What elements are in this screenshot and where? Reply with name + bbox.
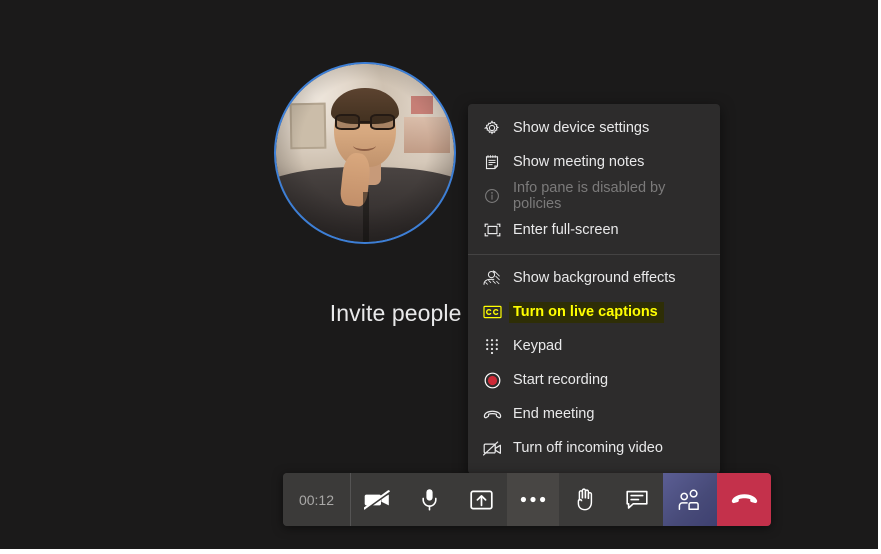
- menu-item-label: Keypad: [513, 338, 563, 354]
- camera-off-icon: [363, 489, 391, 510]
- menu-item-keypad[interactable]: Keypad: [468, 329, 720, 363]
- more-options-icon: [520, 496, 546, 503]
- incoming-video-off-icon: [481, 438, 503, 458]
- hangup-icon: [731, 493, 758, 507]
- teams-meeting-window: Invite people to join y Show device sett…: [0, 0, 878, 549]
- menu-item-label: End meeting: [513, 406, 595, 422]
- chat-icon: [626, 489, 648, 510]
- microphone-toggle-button[interactable]: [403, 473, 455, 526]
- menu-item-start-recording[interactable]: Start recording: [468, 363, 720, 397]
- meeting-control-bar[interactable]: 00:12: [283, 473, 771, 526]
- more-options-button[interactable]: [507, 473, 559, 526]
- menu-item-label: Turn off incoming video: [513, 440, 663, 456]
- cc-icon: [481, 302, 503, 322]
- menu-item-turn-off-incoming-video[interactable]: Turn off incoming video: [468, 431, 720, 465]
- invite-people-message: Invite people to join y: [329, 300, 549, 326]
- menu-item-end-meeting[interactable]: End meeting: [468, 397, 720, 431]
- menu-item-label: Start recording: [513, 372, 609, 388]
- keypad-icon: [481, 336, 503, 356]
- menu-item-show-meeting-notes[interactable]: Show meeting notes: [468, 145, 720, 179]
- menu-item-label: Info pane is disabled by policies: [513, 180, 666, 212]
- menu-item-label: Enter full-screen: [513, 222, 619, 238]
- menu-item-label: Show background effects: [513, 270, 676, 286]
- info-icon: [481, 186, 503, 206]
- menu-item-show-device-settings[interactable]: Show device settings: [468, 111, 720, 145]
- notes-icon: [481, 152, 503, 172]
- people-icon: [678, 489, 702, 511]
- menu-item-enter-full-screen[interactable]: Enter full-screen: [468, 213, 720, 247]
- fullscreen-icon: [481, 220, 503, 240]
- menu-divider: [468, 254, 720, 255]
- share-screen-icon: [469, 489, 493, 511]
- avatar-photo: [276, 64, 454, 242]
- menu-item-info-pane-disabled: Info pane is disabled by policies: [468, 179, 720, 213]
- gear-icon: [481, 118, 503, 138]
- hang-up-button[interactable]: [717, 473, 771, 526]
- show-participants-button[interactable]: [663, 473, 717, 526]
- meeting-stage: Invite people to join y: [0, 0, 878, 470]
- more-options-menu[interactable]: Show device settings Show meeting notes: [468, 104, 720, 474]
- menu-item-turn-on-live-captions[interactable]: Turn on live captions: [468, 295, 720, 329]
- background-effects-icon: [481, 268, 503, 288]
- chat-button[interactable]: [611, 473, 663, 526]
- end-meeting-icon: [481, 404, 503, 424]
- window-edge-bottom: [0, 549, 881, 554]
- microphone-icon: [421, 488, 438, 511]
- menu-item-show-background-effects[interactable]: Show background effects: [468, 261, 720, 295]
- menu-item-label: Show meeting notes: [513, 154, 645, 170]
- meeting-timer: 00:12: [283, 473, 351, 526]
- raise-hand-icon: [575, 488, 595, 511]
- avatar: [274, 62, 456, 244]
- raise-hand-button[interactable]: [559, 473, 611, 526]
- record-icon: [481, 370, 503, 390]
- menu-item-label: Show device settings: [513, 120, 650, 136]
- share-screen-button[interactable]: [455, 473, 507, 526]
- camera-toggle-button[interactable]: [351, 473, 403, 526]
- menu-item-label: Turn on live captions: [509, 301, 664, 323]
